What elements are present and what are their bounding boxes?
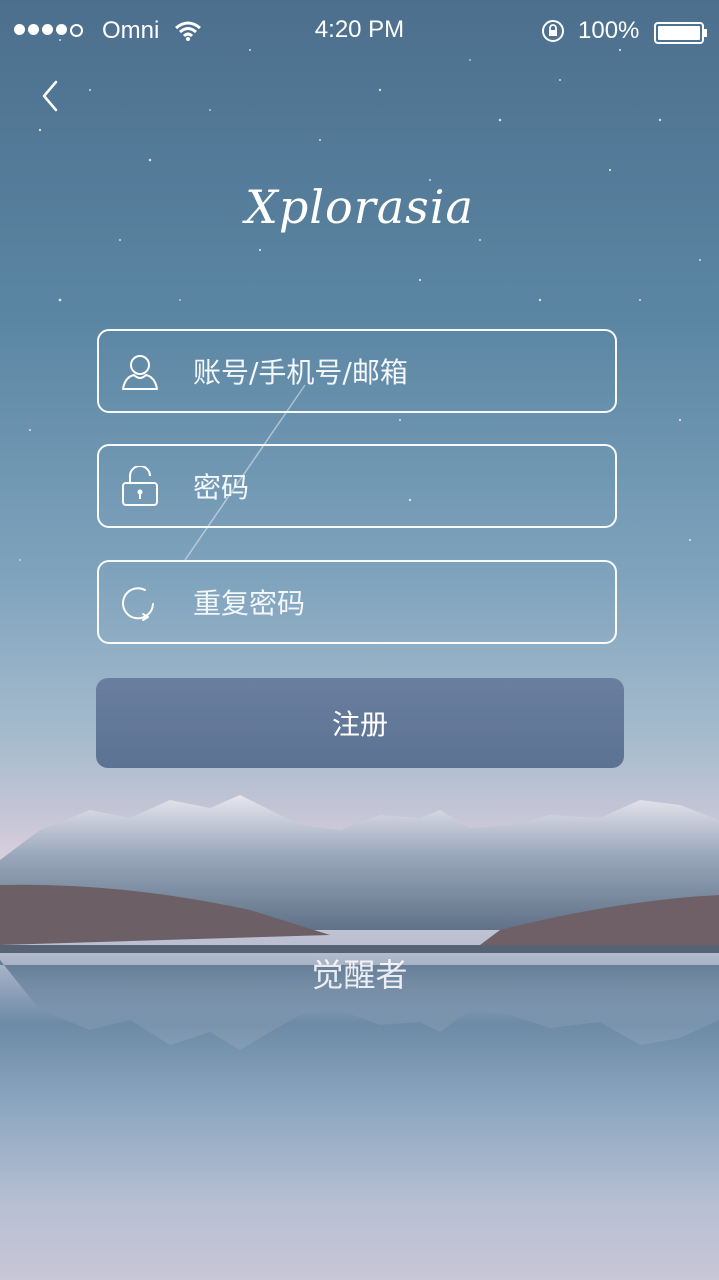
register-screen: Omni 4:20 PM 100% Xplorasia 账号/手机号/邮箱 注册… <box>0 0 719 1280</box>
password-field[interactable] <box>97 444 617 528</box>
app-logo: Xplorasia <box>245 180 474 234</box>
account-field[interactable] <box>97 329 617 413</box>
mountain-lake-background <box>0 795 719 1050</box>
repeat-password-input[interactable] <box>191 562 605 644</box>
repeat-password-field[interactable] <box>97 560 617 644</box>
refresh-icon <box>122 587 154 621</box>
tagline: 觉醒者 <box>311 956 408 994</box>
user-icon <box>122 355 158 390</box>
back-chevron-icon[interactable] <box>36 78 66 114</box>
unlock-icon <box>122 466 158 506</box>
rotation-lock-icon <box>542 20 564 42</box>
battery-percentage: 100% <box>578 17 640 44</box>
register-button[interactable]: 注册 <box>96 678 624 768</box>
account-input[interactable] <box>191 331 605 413</box>
password-input[interactable] <box>191 446 605 528</box>
battery-icon <box>654 22 707 44</box>
status-bar: Omni 4:20 PM 100% <box>0 0 719 62</box>
